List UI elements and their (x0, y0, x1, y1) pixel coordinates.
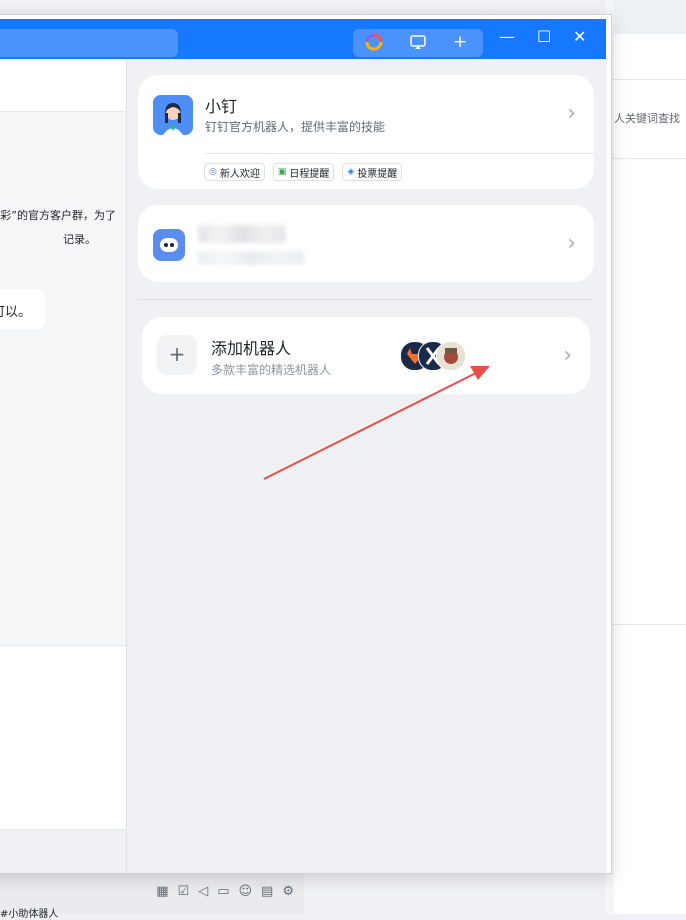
robot-name: 小钉 (205, 97, 238, 116)
background-bottom-toolbar: ▦ ☑ ◁ ▭ ☺ ▤ ⚙ #小助体器人 (0, 872, 304, 920)
blurred-robot-description (198, 251, 304, 265)
skill-tag[interactable]: ◈ 投票提醒 (342, 163, 403, 181)
robot-panel: 小钉 钉钉官方机器人，提供丰富的技能 › ◎ 新人欢迎 ▣ 日程提醒 ◈ 投票提… (126, 59, 607, 873)
chevron-right-icon: › (563, 343, 572, 368)
calendar-icon[interactable]: ▦ (156, 884, 168, 899)
minimize-icon[interactable]: — (499, 27, 515, 47)
global-search-box[interactable] (0, 29, 178, 57)
robot-card-xiaoding[interactable]: 小钉 钉钉官方机器人，提供丰富的技能 › ◎ 新人欢迎 ▣ 日程提醒 ◈ 投票提… (138, 75, 594, 189)
chat-message-text: 记录。 (63, 233, 96, 246)
robot-description: 钉钉官方机器人，提供丰富的技能 (205, 120, 386, 134)
chat-header (0, 59, 126, 112)
add-icon: + (157, 335, 197, 375)
robot-skill-tags: ◎ 新人欢迎 ▣ 日程提醒 ◈ 投票提醒 (204, 163, 403, 181)
background-app-panel: 人关键词查找 (606, 0, 686, 914)
task-icon[interactable]: ☑ (178, 884, 190, 899)
screen-cast-icon[interactable] (409, 32, 427, 56)
chat-bubble-text: 可以。 (0, 305, 31, 320)
chat-bubble-icon: ◎ (209, 167, 217, 177)
chevron-right-icon: › (567, 231, 576, 256)
avatar (153, 95, 193, 135)
skill-tag-label: 日程提醒 (289, 168, 330, 180)
close-icon[interactable]: ✕ (573, 27, 586, 47)
robot-face (160, 238, 178, 252)
divider (138, 299, 594, 300)
mascot-robot-icon (436, 341, 466, 371)
add-robot-button[interactable]: + 添加机器人 多款丰富的精选机器人 › (142, 317, 590, 394)
search-doc-icon[interactable]: ▤ (261, 884, 273, 899)
featured-robot-avatars (400, 341, 466, 371)
vote-icon: ◈ (347, 167, 355, 177)
background-bottom-tag: #小助体器人 (0, 909, 59, 920)
divider (205, 153, 594, 154)
voice-icon[interactable]: ◁ (198, 884, 208, 899)
chat-footer (0, 829, 126, 873)
background-toolbar-icons: ▦ ☑ ◁ ▭ ☺ ▤ ⚙ (156, 884, 294, 899)
color-logo-icon[interactable] (365, 32, 383, 56)
background-search-hint[interactable]: 人关键词查找 (614, 110, 680, 126)
robot-avatar (153, 229, 185, 261)
title-tools: + (353, 29, 483, 57)
maximize-icon[interactable]: ☐ (537, 27, 551, 47)
divider (606, 158, 686, 159)
divider (606, 624, 686, 625)
add-robot-description: 多款丰富的精选机器人 (211, 363, 332, 377)
contact-icon[interactable]: ☺ (238, 884, 252, 899)
chevron-right-icon: › (567, 101, 576, 126)
skill-tag-label: 投票提醒 (357, 168, 398, 180)
title-bar: + — ☐ ✕ (0, 19, 606, 59)
robot-eye (164, 243, 168, 247)
skill-tag-label: 新人欢迎 (219, 168, 260, 180)
calendar-icon: ▣ (277, 167, 287, 177)
background-top-strip (606, 0, 686, 34)
robot-card-blurred[interactable]: › (138, 205, 594, 282)
blurred-robot-name (198, 225, 286, 243)
add-robot-title: 添加机器人 (211, 339, 292, 358)
chat-bubble[interactable]: 可以。 (0, 289, 45, 329)
divider (606, 79, 686, 80)
robot-eye (170, 243, 174, 247)
skill-tag[interactable]: ◎ 新人欢迎 (204, 163, 265, 181)
folder-icon[interactable]: ▭ (217, 884, 229, 899)
chat-message-text: 彩”的官方客户群，为了 (0, 209, 116, 222)
chat-input[interactable] (0, 645, 126, 830)
chat-area: 彩”的官方客户群，为了 记录。 可以。 (0, 59, 126, 873)
main-window: + — ☐ ✕ 彩”的官方客户群，为了 记录。 可以。 (0, 14, 612, 874)
plus-icon[interactable]: + (453, 32, 467, 52)
skill-tag[interactable]: ▣ 日程提醒 (272, 163, 335, 181)
settings-icon[interactable]: ⚙ (282, 884, 294, 899)
